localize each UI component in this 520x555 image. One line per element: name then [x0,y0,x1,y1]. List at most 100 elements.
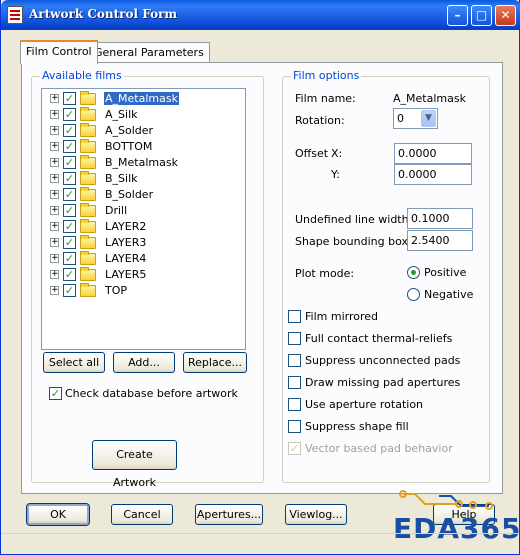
expand-icon[interactable]: + [50,190,59,199]
expand-icon[interactable]: + [50,206,59,215]
folder-icon [80,107,96,121]
shape-bounding-box-input[interactable]: 2.5400 [407,230,473,251]
draw-missing-pad-apertures-label: Draw missing pad apertures [305,376,461,389]
full-contact-thermal-reliefs-checkbox[interactable] [288,332,301,345]
film-name-label: Film name: [295,92,356,105]
film-checkbox[interactable]: ✓ [63,236,76,249]
plot-mode-positive-radio[interactable] [407,266,420,279]
undefined-line-width-input[interactable]: 0.1000 [407,208,473,229]
rotation-label: Rotation: [295,114,345,127]
select-all-button[interactable]: Select all [43,352,105,373]
cancel-button[interactable]: Cancel [111,504,173,525]
plot-mode-negative-radio[interactable] [407,288,420,301]
maximize-icon[interactable]: □ [471,5,492,26]
folder-icon [80,251,96,265]
film-mirrored-checkbox[interactable] [288,310,301,323]
suppress-shape-fill-checkbox[interactable] [288,420,301,433]
film-name-value: A_Metalmask [393,92,466,105]
folder-icon [80,267,96,281]
film-checkbox[interactable]: ✓ [63,140,76,153]
film-checkbox[interactable]: ✓ [63,124,76,137]
film-options-title: Film options [291,69,362,82]
expand-icon[interactable]: + [50,286,59,295]
expand-icon[interactable]: + [50,222,59,231]
draw-missing-pad-apertures-checkbox[interactable] [288,376,301,389]
tree-item-label: B_Silk [105,172,138,185]
tree-item-label: A_Solder [105,124,154,137]
folder-icon [80,91,96,105]
ok-button[interactable]: OK [26,503,90,526]
full-contact-thermal-reliefs-label: Full contact thermal-reliefs [305,332,453,345]
apertures-button[interactable]: Apertures... [195,504,263,525]
title-bar[interactable]: Artwork Control Form – □ ✕ [1,0,520,30]
tab-film-control[interactable]: Film Control [20,40,98,64]
expand-icon[interactable]: + [50,142,59,151]
plot-mode-label: Plot mode: [295,267,355,280]
folder-icon [80,283,96,297]
check-database-label: Check database before artwork [65,387,238,400]
film-checkbox[interactable]: ✓ [63,268,76,281]
tree-item-label: LAYER4 [105,252,147,265]
film-checkbox[interactable]: ✓ [63,204,76,217]
expand-icon[interactable]: + [50,158,59,167]
films-tree[interactable]: + ✓ A_Metalmask + ✓ A_Silk + ✓ A_Solder … [41,88,246,350]
film-checkbox[interactable]: ✓ [63,172,76,185]
suppress-unconnected-pads-checkbox[interactable] [288,354,301,367]
film-checkbox[interactable]: ✓ [63,252,76,265]
folder-icon [80,235,96,249]
available-films-title: Available films [40,69,124,82]
chevron-down-icon[interactable]: ▼ [421,110,436,127]
film-mirrored-label: Film mirrored [305,310,378,323]
close-icon[interactable]: ✕ [495,5,516,26]
folder-icon [80,171,96,185]
undefined-line-width-label: Undefined line width: [295,213,413,226]
suppress-shape-fill-label: Suppress shape fill [305,420,409,433]
expand-icon[interactable]: + [50,126,59,135]
film-checkbox[interactable]: ✓ [63,220,76,233]
check-database-checkbox[interactable]: ✓ [49,387,62,400]
film-checkbox[interactable]: ✓ [63,284,76,297]
plot-mode-positive-label: Positive [424,266,467,279]
tab-general-parameters-label: General Parameters [94,46,204,59]
film-checkbox[interactable]: ✓ [63,108,76,121]
folder-icon [80,139,96,153]
expand-icon[interactable]: + [50,174,59,183]
tree-item-label: TOP [105,284,128,297]
vector-based-pad-behavior-label: Vector based pad behavior [305,442,453,455]
rotation-select[interactable]: 0 ▼ [393,108,438,129]
tree-item-label: LAYER3 [105,236,147,249]
replace-button[interactable]: Replace... [183,352,247,373]
offset-x-input[interactable]: 0.0000 [394,143,472,164]
folder-icon [80,155,96,169]
expand-icon[interactable]: + [50,94,59,103]
folder-icon [80,203,96,217]
expand-icon[interactable]: + [50,254,59,263]
folder-icon [80,123,96,137]
plot-mode-negative-label: Negative [424,288,474,301]
window-title: Artwork Control Form [29,7,178,21]
tree-item-label: BOTTOM [105,140,153,153]
film-checkbox[interactable]: ✓ [63,92,76,105]
tab-film-control-label: Film Control [26,45,92,58]
vector-based-pad-behavior-checkbox: ✓ [288,442,301,455]
create-artwork-button[interactable]: Create Artwork [92,440,177,489]
offset-y-label: Y: [331,168,340,181]
tree-item-label: A_Silk [105,108,138,121]
folder-icon [80,219,96,233]
expand-icon[interactable]: + [50,238,59,247]
tab-general-parameters[interactable]: General Parameters [88,42,210,63]
use-aperture-rotation-checkbox[interactable] [288,398,301,411]
add-button[interactable]: Add... [113,352,175,373]
minimize-icon[interactable]: – [447,5,468,26]
tree-item-label: LAYER5 [105,268,147,281]
film-checkbox[interactable]: ✓ [63,156,76,169]
film-checkbox[interactable]: ✓ [63,188,76,201]
tree-item-label: B_Solder [105,188,154,201]
rotation-value: 0 [397,112,404,125]
offset-y-input[interactable]: 0.0000 [394,164,472,185]
status-bar [1,533,519,554]
viewlog-button[interactable]: Viewlog... [285,504,347,525]
expand-icon[interactable]: + [50,270,59,279]
expand-icon[interactable]: + [50,110,59,119]
tree-item-label: LAYER2 [105,220,147,233]
